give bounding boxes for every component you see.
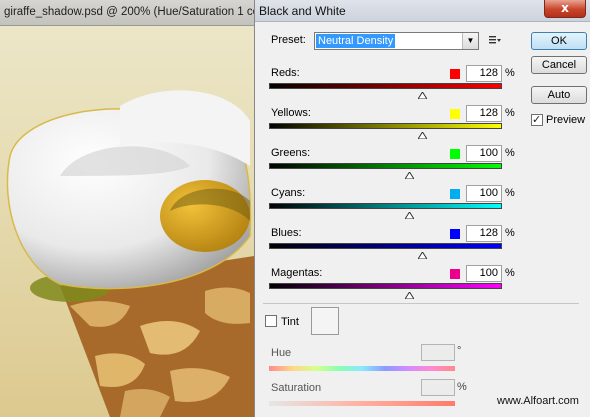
yellows-slider-thumb[interactable] [416, 130, 428, 140]
chevron-down-icon: ▼ [462, 33, 478, 49]
cyans-value-input[interactable]: 100 [466, 185, 502, 202]
close-button[interactable]: x [544, 0, 586, 18]
watermark-text: www.Alfoart.com [497, 395, 579, 407]
reds-unit: % [505, 67, 515, 79]
yellows-value: 128 [479, 107, 498, 119]
blues-label: Blues: [271, 227, 302, 239]
preset-selected-value: Neutral Density [316, 34, 396, 48]
preset-label: Preset: [271, 34, 306, 46]
preview-label: Preview [546, 114, 586, 126]
hue-input[interactable] [421, 344, 455, 361]
tint-color-swatch[interactable] [311, 307, 339, 335]
magentas-color-swatch [450, 269, 460, 279]
cyans-gradient-track[interactable] [269, 203, 502, 209]
saturation-slider[interactable] [269, 401, 455, 406]
reds-gradient-track[interactable] [269, 83, 502, 89]
reds-label: Reds: [271, 67, 300, 79]
blues-unit: % [505, 227, 515, 239]
magentas-slider-thumb[interactable] [403, 290, 415, 300]
greens-gradient-track[interactable] [269, 163, 502, 169]
yellows-gradient-track[interactable] [269, 123, 502, 129]
greens-value-input[interactable]: 100 [466, 145, 502, 162]
blues-value: 128 [479, 227, 498, 239]
preset-dropdown[interactable]: Neutral Density ▼ [314, 32, 479, 50]
blues-slider-thumb[interactable] [416, 250, 428, 260]
blues-color-swatch [450, 229, 460, 239]
cyans-value: 100 [479, 187, 498, 199]
ok-button[interactable]: OK [531, 32, 587, 50]
hue-label: Hue [271, 347, 292, 359]
dialog-title: Black and White [259, 4, 346, 18]
yellows-value-input[interactable]: 128 [466, 105, 502, 122]
preset-options-icon[interactable] [488, 33, 502, 47]
reds-value-input[interactable]: 128 [466, 65, 502, 82]
cyans-unit: % [505, 187, 515, 199]
preview-checkbox[interactable]: ✓ [531, 114, 543, 126]
saturation-input[interactable] [421, 379, 455, 396]
tint-label: Tint [281, 316, 299, 328]
artwork-image [6, 90, 254, 417]
greens-value: 100 [479, 147, 498, 159]
magentas-value-input[interactable]: 100 [466, 265, 502, 282]
tint-checkbox[interactable] [265, 315, 277, 327]
magentas-gradient-track[interactable] [269, 283, 502, 289]
greens-color-swatch [450, 149, 460, 159]
reds-color-swatch [450, 69, 460, 79]
blues-gradient-track[interactable] [269, 243, 502, 249]
greens-slider-thumb[interactable] [403, 170, 415, 180]
magentas-value: 100 [479, 267, 498, 279]
document-canvas[interactable] [0, 26, 254, 417]
greens-unit: % [505, 147, 515, 159]
reds-value: 128 [479, 67, 498, 79]
cyans-slider-thumb[interactable] [403, 210, 415, 220]
yellows-color-swatch [450, 109, 460, 119]
black-and-white-dialog: Black and White x Preset: Neutral Densit… [254, 0, 590, 417]
cyans-color-swatch [450, 189, 460, 199]
dialog-titlebar[interactable]: Black and White x [255, 0, 590, 22]
document-titlebar[interactable]: giraffe_shadow.psd @ 200% (Hue/Saturatio… [0, 0, 326, 26]
divider [263, 303, 579, 304]
blues-value-input[interactable]: 128 [466, 225, 502, 242]
reds-slider-thumb[interactable] [416, 90, 428, 100]
cyans-label: Cyans: [271, 187, 306, 199]
greens-label: Greens: [271, 147, 311, 159]
yellows-unit: % [505, 107, 515, 119]
auto-button[interactable]: Auto [531, 86, 587, 104]
magentas-label: Magentas: [271, 267, 323, 279]
cancel-button[interactable]: Cancel [531, 56, 587, 74]
magentas-unit: % [505, 267, 515, 279]
checkmark-icon: ✓ [532, 114, 542, 126]
hue-unit: ° [457, 345, 462, 357]
saturation-unit: % [457, 381, 467, 393]
saturation-label: Saturation [271, 382, 322, 394]
hue-slider[interactable] [269, 366, 455, 371]
close-icon: x [561, 1, 569, 15]
yellows-label: Yellows: [271, 107, 311, 119]
